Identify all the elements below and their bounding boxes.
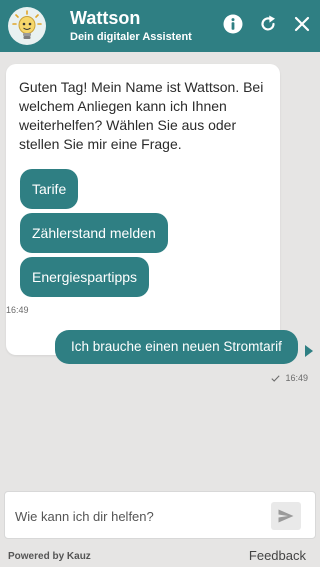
bot-name: Wattson (70, 8, 141, 28)
user-bubble-tail (305, 345, 313, 357)
user-message-time: 16:49 (285, 373, 308, 383)
user-message-bubble: Ich brauche einen neuen Stromtarif (55, 330, 298, 364)
quick-reply-tarife[interactable]: Tarife (20, 169, 79, 209)
feedback-link[interactable]: Feedback (249, 548, 306, 563)
message-input[interactable] (15, 504, 261, 528)
close-button[interactable] (290, 12, 314, 36)
send-icon (278, 509, 294, 523)
reload-icon (261, 15, 275, 31)
bot-message-time: 16:49 (6, 305, 29, 315)
close-icon (294, 16, 310, 32)
reload-button[interactable] (256, 12, 280, 36)
user-message-meta: 16:49 (271, 373, 308, 383)
chat-area[interactable]: Guten Tag! Mein Name ist Wattson. Bei we… (0, 52, 320, 490)
quick-reply-zaehlerstand[interactable]: Zählerstand melden (20, 213, 168, 253)
powered-by-label: Powered by Kauz (8, 551, 91, 562)
quick-reply-energiespartipps[interactable]: Energiespartipps (20, 257, 150, 297)
message-composer (4, 491, 316, 539)
info-icon (223, 14, 243, 34)
check-icon (271, 374, 281, 382)
footer: Powered by Kauz Feedback (0, 543, 320, 567)
info-button[interactable] (221, 12, 245, 36)
chat-header: Wattson Dein digitaler Assistent (0, 0, 320, 52)
bot-subtitle: Dein digitaler Assistent (70, 31, 192, 43)
send-button[interactable] (271, 502, 301, 530)
lightbulb-icon (8, 7, 46, 45)
bot-message-bubble: Guten Tag! Mein Name ist Wattson. Bei we… (6, 64, 280, 355)
bot-message-text: Guten Tag! Mein Name ist Wattson. Bei we… (19, 79, 264, 152)
header-titles: Wattson Dein digitaler Assistent (70, 8, 192, 44)
